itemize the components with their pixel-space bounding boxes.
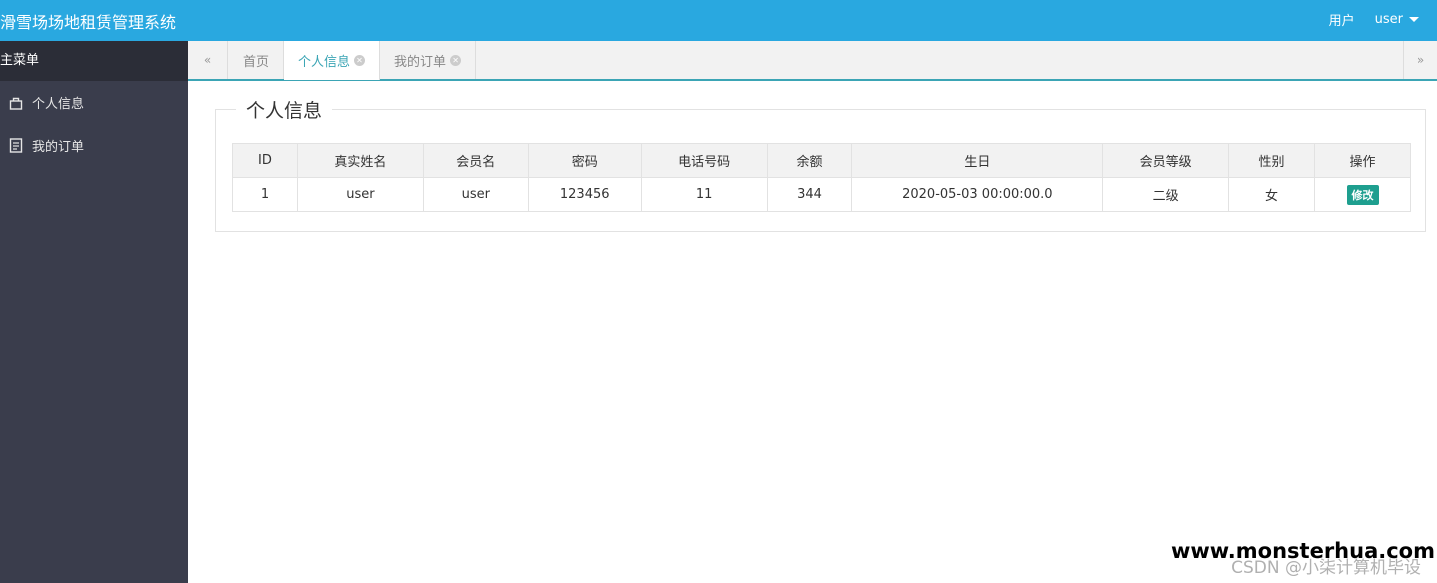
tab-list: 首页 个人信息 ✕ 我的订单 ✕ bbox=[229, 41, 477, 80]
column-header: 会员等级 bbox=[1102, 143, 1230, 178]
column-header: 生日 bbox=[851, 143, 1104, 178]
column-header: 电话号码 bbox=[640, 143, 768, 178]
csdn-watermark: CSDN @小柒计算机毕设 bbox=[1231, 558, 1421, 578]
cell-gender: 女 bbox=[1228, 177, 1316, 212]
column-header: 操作 bbox=[1314, 143, 1411, 178]
profile-panel: 个人信息 ID 真实姓名 会员名 密码 电话号码 余额 生日 会员等级 性别 操… bbox=[215, 96, 1426, 232]
panel-title: 个人信息 bbox=[236, 96, 333, 123]
column-header: ID bbox=[232, 143, 298, 178]
sidebar: 主菜单 个人信息 我的订单 bbox=[0, 41, 188, 583]
double-chevron-right-icon: » bbox=[1416, 53, 1425, 67]
document-icon bbox=[8, 138, 24, 154]
tab-label: 我的订单 bbox=[394, 54, 447, 70]
column-header: 余额 bbox=[766, 143, 853, 178]
table-row: 1 user user 123456 11 344 2020-05-03 00:… bbox=[232, 177, 1411, 212]
tab-scroll-left-button[interactable]: « bbox=[188, 41, 228, 79]
sidebar-title: 主菜单 bbox=[0, 41, 188, 81]
double-chevron-left-icon: « bbox=[203, 53, 212, 67]
tab-label: 个人信息 bbox=[298, 55, 351, 70]
user-area: 用户 user bbox=[1329, 10, 1419, 29]
column-header: 性别 bbox=[1228, 143, 1316, 178]
cell-password: 123456 bbox=[527, 177, 642, 212]
cell-balance: 344 bbox=[766, 177, 853, 212]
sidebar-item-label: 我的订单 bbox=[32, 140, 85, 155]
cell-action: 修改 bbox=[1314, 177, 1411, 212]
bag-icon bbox=[8, 95, 24, 111]
main-content: 个人信息 ID 真实姓名 会员名 密码 电话号码 余额 生日 会员等级 性别 操… bbox=[188, 81, 1437, 583]
caret-down-icon bbox=[1409, 17, 1419, 22]
sidebar-item-profile[interactable]: 个人信息 bbox=[0, 81, 188, 124]
tab-orders[interactable]: 我的订单 ✕ bbox=[380, 41, 477, 79]
cell-level: 二级 bbox=[1102, 177, 1230, 212]
column-header: 密码 bbox=[527, 143, 642, 178]
sidebar-item-label: 个人信息 bbox=[32, 97, 85, 112]
tab-profile[interactable]: 个人信息 ✕ bbox=[284, 41, 381, 80]
cell-member-name: user bbox=[422, 177, 529, 212]
table-header-row: ID 真实姓名 会员名 密码 电话号码 余额 生日 会员等级 性别 操作 bbox=[232, 143, 1411, 178]
cell-real-name: user bbox=[296, 177, 424, 212]
user-menu-dropdown[interactable]: user bbox=[1375, 12, 1419, 27]
cell-phone: 11 bbox=[640, 177, 768, 212]
edit-button[interactable]: 修改 bbox=[1346, 184, 1379, 205]
role-label[interactable]: 用户 bbox=[1329, 10, 1355, 29]
column-header: 会员名 bbox=[422, 143, 529, 178]
tab-label: 首页 bbox=[243, 54, 270, 70]
tab-home[interactable]: 首页 bbox=[229, 41, 285, 79]
sidebar-item-orders[interactable]: 我的订单 bbox=[0, 124, 188, 167]
app-title: 滑雪场场地租赁管理系统 bbox=[0, 13, 177, 32]
tab-bar: « 首页 个人信息 ✕ 我的订单 ✕ » bbox=[188, 41, 1437, 81]
top-bar: 滑雪场场地租赁管理系统 用户 user bbox=[0, 0, 1437, 41]
cell-birthday: 2020-05-03 00:00:00.0 bbox=[851, 177, 1104, 212]
column-header: 真实姓名 bbox=[296, 143, 424, 178]
close-icon[interactable]: ✕ bbox=[450, 54, 462, 66]
profile-table: ID 真实姓名 会员名 密码 电话号码 余额 生日 会员等级 性别 操作 1 u… bbox=[232, 143, 1411, 212]
username: user bbox=[1374, 12, 1403, 27]
close-icon[interactable]: ✕ bbox=[354, 55, 366, 66]
tab-scroll-right-button[interactable]: » bbox=[1403, 41, 1437, 79]
cell-id: 1 bbox=[232, 177, 298, 212]
